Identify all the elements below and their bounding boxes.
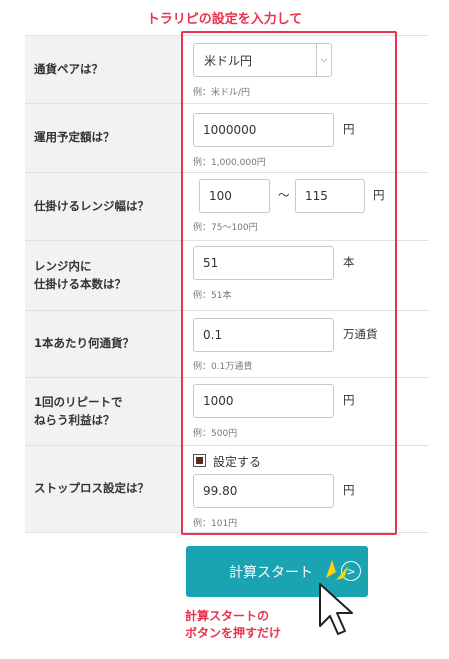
profit-label: 1回のリピートで ねらう利益は？ <box>25 378 182 445</box>
row-currency-pair: 通貨ペアは？ 米ドル円 ⌵ 例：米ドル/円 <box>25 36 429 104</box>
profit-label-line1: 1回のリピートで <box>34 394 123 409</box>
profit-example: 例：500円 <box>193 429 238 439</box>
amount-unit: 万通貨 <box>343 327 378 341</box>
count-label-line1: レンジ内に <box>34 258 92 273</box>
range-to-input[interactable] <box>295 179 365 213</box>
range-label: 仕掛けるレンジ幅は？ <box>25 173 182 240</box>
count-label-text: レンジ内に仕掛ける本数は？ <box>34 258 126 294</box>
row-stoploss: ストップロス設定は？ 設定する 円 例：101円 <box>25 446 429 533</box>
button-annotation-line2: ボタンを押すだけ <box>185 625 282 640</box>
currency-pair-label-text: 通貨ペアは？ <box>34 61 103 76</box>
calculate-start-label: 計算スタート <box>229 564 313 581</box>
amount-example: 例：0.1万通貨 <box>193 362 253 372</box>
count-input[interactable] <box>193 246 334 280</box>
chevron-down-icon: ⌵ <box>316 44 331 76</box>
row-profit: 1回のリピートでねらう利益は？ 円 例：500円 <box>25 378 429 446</box>
count-unit: 本 <box>343 255 355 269</box>
button-annotation: 計算スタートの ボタンを押すだけ <box>185 608 281 642</box>
row-amount: 1本あたり何通貨？ 万通貨 例：0.1万通貨 <box>25 311 429 378</box>
stoploss-label-text: ストップロス設定は？ <box>34 481 149 496</box>
budget-example: 例：1,000,000円 <box>193 158 266 168</box>
range-example: 例：75〜100円 <box>193 223 258 233</box>
budget-label-text: 運用予定額は？ <box>34 130 115 145</box>
profit-label-text: 1回のリピートで ねらう利益は？ <box>34 394 123 430</box>
profit-label-line2: ねらう利益は？ <box>34 412 115 427</box>
currency-pair-selected: 米ドル円 <box>204 53 253 68</box>
row-count: レンジ内に仕掛ける本数は？ 本 例：51本 <box>25 241 429 311</box>
range-separator: 〜 <box>278 188 290 202</box>
instruction-annotation: トラリピの設定を入力して <box>146 12 303 27</box>
row-budget: 運用予定額は？ 円 例：1,000,000円 <box>25 104 429 173</box>
amount-label-text: 1本あたり何通貨？ <box>34 336 135 351</box>
stoploss-checkbox[interactable] <box>193 454 206 467</box>
range-from-input[interactable] <box>199 179 270 213</box>
simulation-form: 通貨ペアは？ 米ドル円 ⌵ 例：米ドル/円 運用予定額は？ 円 例：1,000,… <box>25 35 429 533</box>
range-unit: 円 <box>373 188 385 202</box>
profit-unit: 円 <box>343 393 355 407</box>
amount-label: 1本あたり何通貨？ <box>25 311 182 377</box>
count-example: 例：51本 <box>193 291 232 301</box>
stoploss-label: ストップロス設定は？ <box>25 446 182 532</box>
stoploss-checkbox-label[interactable]: 設定する <box>213 453 261 470</box>
stoploss-input[interactable] <box>193 474 334 508</box>
budget-label: 運用予定額は？ <box>25 104 182 172</box>
currency-pair-select[interactable]: 米ドル円 ⌵ <box>193 43 332 77</box>
row-range: 仕掛けるレンジ幅は？ 〜 円 例：75〜100円 <box>25 173 429 241</box>
count-label-line2: 仕掛ける本数は？ <box>34 276 126 291</box>
button-annotation-line1: 計算スタートの <box>185 609 270 623</box>
amount-input[interactable] <box>193 318 334 352</box>
stoploss-unit: 円 <box>343 483 355 497</box>
stoploss-example: 例：101円 <box>193 519 238 529</box>
currency-pair-label: 通貨ペアは？ <box>25 36 182 103</box>
click-burst-icon <box>326 560 348 580</box>
budget-input[interactable] <box>193 113 334 147</box>
count-label: レンジ内に仕掛ける本数は？ <box>25 241 182 310</box>
range-label-text: 仕掛けるレンジ幅は？ <box>34 198 149 213</box>
currency-pair-example: 例：米ドル/円 <box>193 88 251 98</box>
mouse-pointer-icon <box>319 583 353 635</box>
budget-unit: 円 <box>343 122 355 136</box>
profit-input[interactable] <box>193 384 334 418</box>
